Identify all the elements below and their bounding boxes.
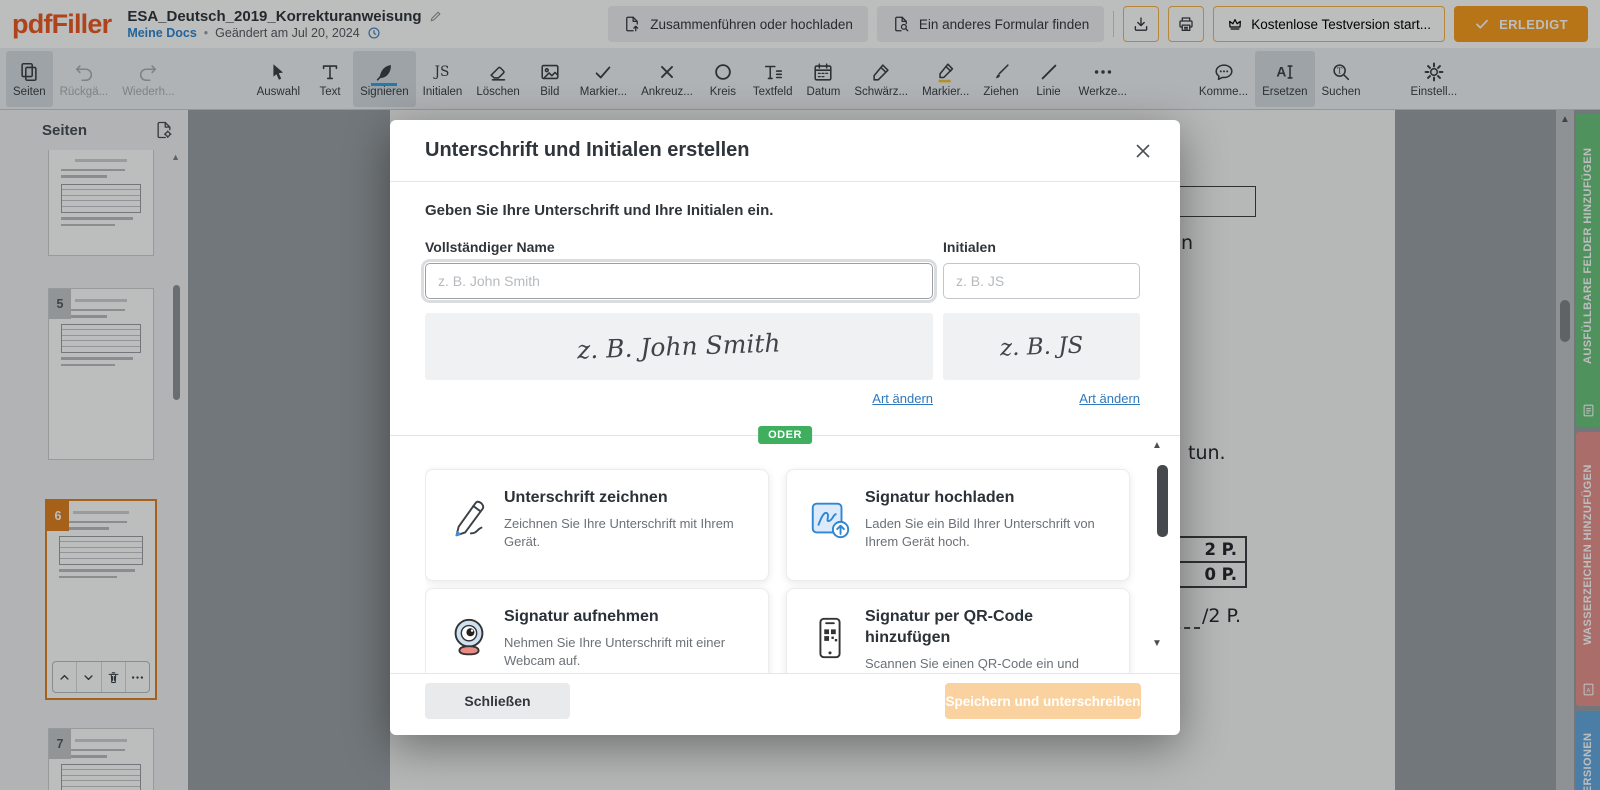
app-root: pdfFiller ESA_Deutsch_2019_Korrekturanwe… — [0, 0, 1600, 790]
modal-scrollbar-thumb[interactable] — [1157, 465, 1168, 537]
modal-footer: Schließen Speichern und unterschreiben — [390, 673, 1180, 735]
webcam-card-icon — [446, 615, 492, 661]
card-body: Signatur aufnehmen Nehmen Sie Ihre Unters… — [504, 607, 754, 670]
change-style-link-initials[interactable]: Art ändern — [943, 391, 1140, 406]
change-style-link-signature[interactable]: Art ändern — [425, 391, 933, 406]
signature-option-qr[interactable]: Signatur per QR-Code hinzufügen Scannen S… — [786, 588, 1130, 673]
draw-card-icon — [446, 496, 492, 542]
upload-card-icon — [807, 496, 853, 542]
card-body: Signatur per QR-Code hinzufügen Scannen S… — [865, 607, 1115, 673]
modal-intro: Geben Sie Ihre Unterschrift und Ihre Ini… — [425, 202, 774, 219]
or-badge: ODER — [758, 426, 812, 444]
close-modal-button[interactable]: Schließen — [425, 683, 570, 719]
signature-option-upload[interactable]: Signatur hochladen Laden Sie ein Bild Ihr… — [786, 469, 1130, 581]
card-description: Laden Sie ein Bild Ihrer Unterschrift vo… — [865, 515, 1095, 549]
full-name-label: Vollständiger Name — [425, 239, 555, 255]
card-body: Unterschrift zeichnen Zeichnen Sie Ihre U… — [504, 488, 754, 551]
save-and-sign-button[interactable]: Speichern und unterschreiben — [945, 683, 1141, 719]
initials-preview: z. B. JS — [943, 313, 1140, 380]
card-title: Unterschrift zeichnen — [504, 489, 668, 506]
card-title: Signatur hochladen — [865, 489, 1015, 506]
signature-option-draw[interactable]: Unterschrift zeichnen Zeichnen Sie Ihre U… — [425, 469, 769, 581]
modal-header: Unterschrift und Initialen erstellen — [390, 120, 1180, 182]
card-title: Signatur per QR-Code hinzufügen — [865, 608, 1034, 646]
full-name-input[interactable] — [425, 263, 933, 299]
card-body: Signatur hochladen Laden Sie ein Bild Ihr… — [865, 488, 1115, 551]
card-title: Signatur aufnehmen — [504, 608, 659, 625]
initials-label: Initialen — [943, 239, 996, 255]
initials-input[interactable] — [943, 263, 1140, 299]
card-description: Scannen Sie einen QR-Code ein und — [865, 655, 1079, 671]
signature-option-webcam[interactable]: Signatur aufnehmen Nehmen Sie Ihre Unters… — [425, 588, 769, 673]
signature-preview-text: z. B. John Smith — [576, 328, 782, 365]
modal-title: Unterschrift und Initialen erstellen — [425, 139, 750, 161]
qr-card-icon — [807, 615, 853, 661]
modal-scroll-up-icon[interactable]: ▲ — [1152, 440, 1162, 451]
signature-modal: Unterschrift und Initialen erstellen Geb… — [390, 120, 1180, 735]
card-description: Nehmen Sie Ihre Unterschrift mit einer W… — [504, 634, 726, 668]
modal-scroll-down-icon[interactable]: ▼ — [1152, 638, 1162, 649]
card-description: Zeichnen Sie Ihre Unterschrift mit Ihrem… — [504, 515, 734, 549]
signature-preview: z. B. John Smith — [425, 313, 933, 380]
initials-preview-text: z. B. JS — [999, 332, 1084, 361]
close-icon[interactable] — [1132, 140, 1154, 162]
signature-options: Unterschrift zeichnen Zeichnen Sie Ihre U… — [425, 447, 1145, 673]
